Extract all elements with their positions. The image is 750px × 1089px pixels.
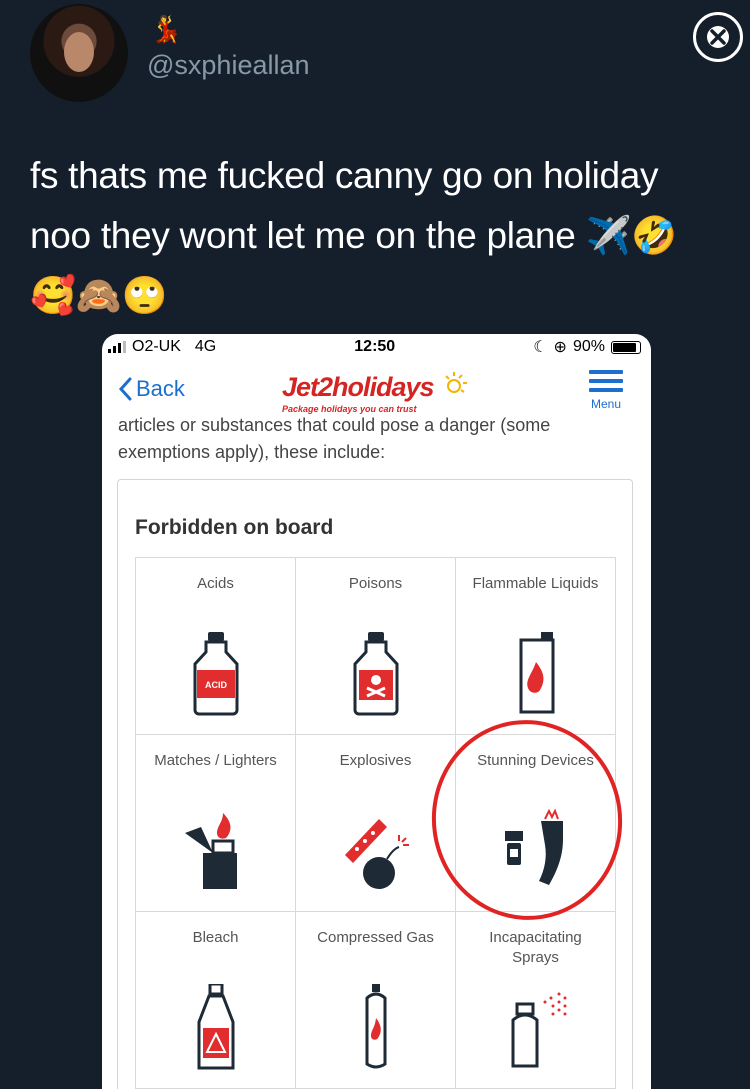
user-handle[interactable]: @sxphieallan <box>147 50 310 81</box>
grid-cell-bleach[interactable]: Bleach <box>135 911 296 1089</box>
grid-cell-acids[interactable]: Acids ACID <box>135 557 296 735</box>
carrier: O2-UK <box>132 338 181 355</box>
lock-rotation-icon: ⊕ <box>553 339 567 356</box>
grid-cell-compressed-gas[interactable]: Compressed Gas <box>295 911 456 1089</box>
hamburger-icon <box>586 370 626 392</box>
tweet-emojis: 🥰🙈🙄 <box>30 275 168 316</box>
intro-text: articles or substances that could pose a… <box>118 415 551 462</box>
grid-cell-matches-lighters[interactable]: Matches / Lighters <box>135 734 296 912</box>
cell-label: Incapacitating Sprays <box>489 929 582 966</box>
close-icon <box>707 26 729 48</box>
tweet-text: fs thats me fucked canny go on holiday n… <box>30 146 720 326</box>
bleach-bottle-icon <box>197 984 234 1070</box>
cell-label: Poisons <box>348 575 403 592</box>
cell-label: Flammable Liquids <box>472 575 599 592</box>
display-name: 💃 <box>150 14 183 44</box>
spray-can-icon <box>511 992 566 1068</box>
close-button[interactable] <box>693 12 743 62</box>
cell-label: Acids <box>197 575 234 592</box>
cell-label: Explosives <box>339 752 412 769</box>
back-label: Back <box>136 376 185 401</box>
grid-cell-incapacitating-sprays[interactable]: Incapacitating Sprays <box>455 911 616 1089</box>
cell-label: Matches / Lighters <box>154 752 277 769</box>
tweet-line: fs thats me fucked canny go on holiday <box>30 155 659 196</box>
grid-cell-flammable-liquids[interactable]: Flammable Liquids <box>455 557 616 735</box>
sun-icon <box>445 372 467 393</box>
brand-logo[interactable]: Jet2holidays <box>282 372 435 403</box>
cell-label: Compressed Gas <box>317 929 434 946</box>
cell-label: Bleach <box>192 929 239 946</box>
acid-bottle-icon: ACID <box>193 632 238 716</box>
grid-cell-poisons[interactable]: Poisons <box>295 557 456 735</box>
acid-label: ACID <box>205 680 227 690</box>
app-navbar: Back Jet2holidays Package holidays you c… <box>102 362 651 418</box>
attached-screenshot[interactable]: O2-UK 4G 12:50 ☾ ⊕ 90% Back Jet2holidays… <box>102 334 651 1089</box>
moon-icon: ☾ <box>533 339 548 356</box>
lighter-icon <box>184 813 237 889</box>
back-button[interactable]: Back <box>118 376 185 402</box>
battery-percent: 90% <box>572 338 605 355</box>
tweet-line: noo they wont let me on the plane ✈️🤣 <box>30 215 677 256</box>
card-title: Forbidden on board <box>135 516 334 539</box>
status-bar: O2-UK 4G 12:50 ☾ ⊕ 90% <box>102 334 651 360</box>
chevron-left-icon <box>118 377 132 401</box>
menu-button[interactable]: Menu <box>586 370 626 411</box>
tweet-header: 💃 @sxphieallan <box>0 0 750 110</box>
avatar[interactable] <box>30 4 128 102</box>
gas-cylinder-icon <box>365 984 386 1069</box>
signal-icon <box>108 341 126 353</box>
flammable-can-icon <box>519 632 554 714</box>
menu-label: Menu <box>590 397 622 411</box>
battery-icon <box>610 340 641 354</box>
network: 4G <box>194 338 217 355</box>
explosives-icon <box>344 819 409 889</box>
poison-bottle-icon <box>353 632 398 716</box>
clock: 12:50 <box>354 338 396 355</box>
